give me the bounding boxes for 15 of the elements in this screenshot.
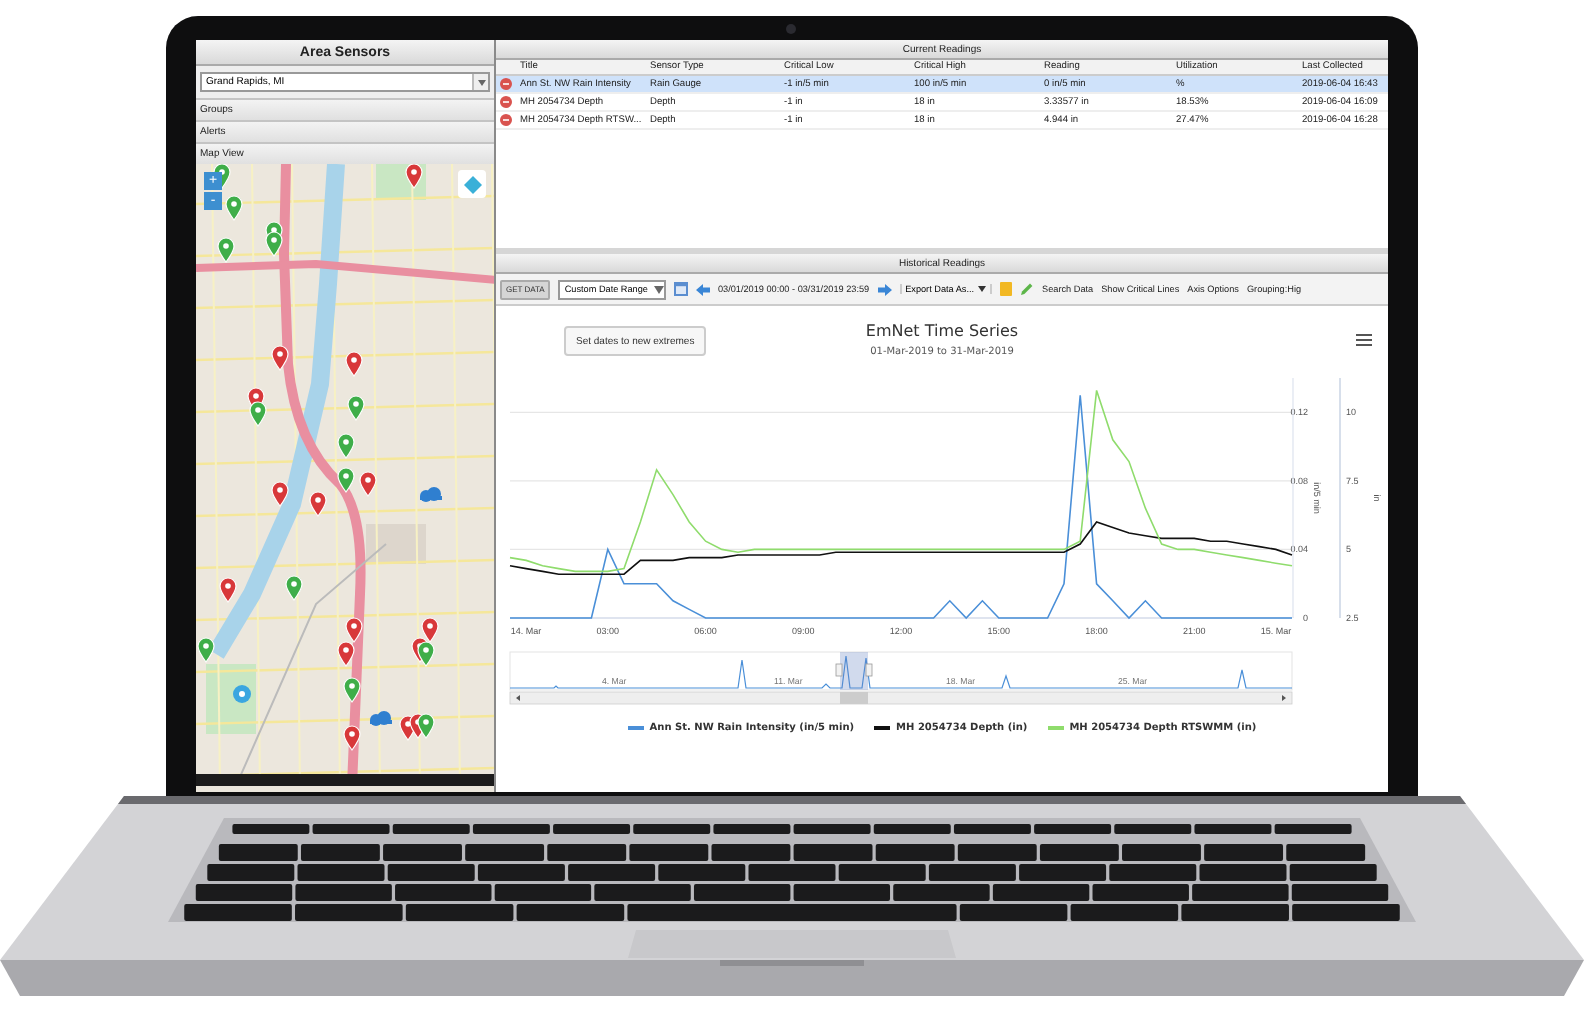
caret-icon bbox=[477, 79, 485, 85]
arrow-left-icon[interactable] bbox=[695, 283, 710, 295]
note-icon[interactable] bbox=[1000, 282, 1013, 296]
pencil-icon[interactable] bbox=[1020, 282, 1035, 296]
status-icon bbox=[500, 96, 512, 108]
status-icon bbox=[500, 78, 512, 90]
camera-icon bbox=[786, 24, 796, 34]
status-icon bbox=[500, 114, 512, 126]
caret-icon bbox=[978, 286, 987, 292]
chart-title: EmNet Time Series bbox=[865, 322, 1019, 340]
calendar-icon[interactable] bbox=[673, 282, 688, 296]
caret-icon bbox=[653, 285, 664, 293]
arrow-right-icon[interactable] bbox=[877, 283, 892, 295]
layers-button[interactable] bbox=[458, 170, 486, 198]
menu-icon[interactable] bbox=[1356, 334, 1372, 346]
